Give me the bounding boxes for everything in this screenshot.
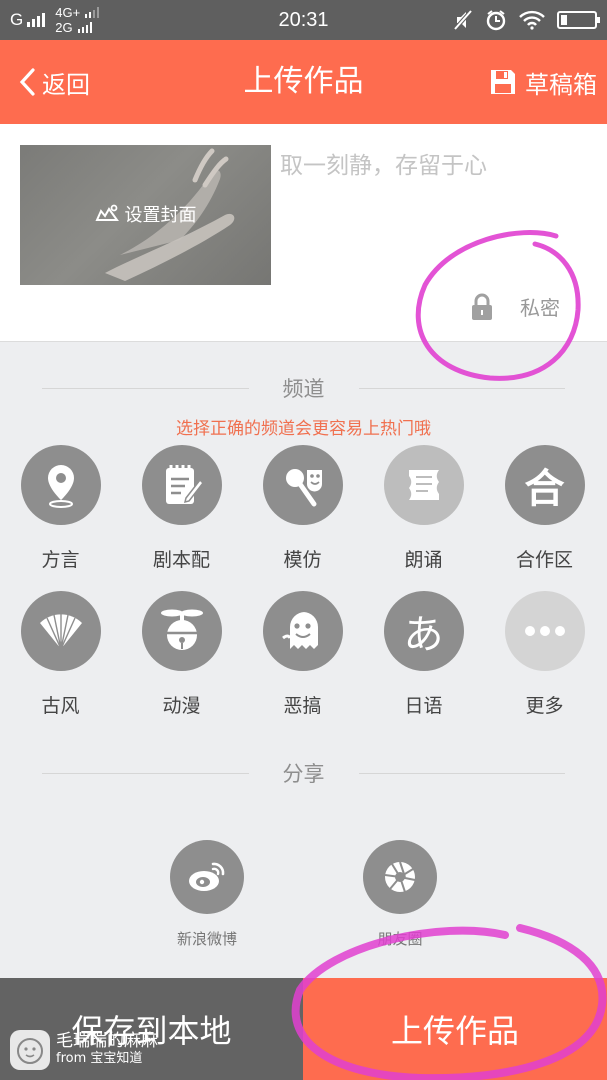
channel-heading-label: 频道 [282, 377, 325, 401]
floppy-disk-icon [491, 70, 515, 94]
watermark: 毛瑞瑞的麻麻 from 宝宝知道 [10, 1030, 158, 1070]
divider [358, 772, 565, 774]
baby-face-icon [10, 1030, 50, 1070]
watermark-name: 毛瑞瑞的麻麻 [56, 1031, 158, 1051]
set-cover-label[interactable]: 设置封面 [20, 201, 271, 227]
channel-label: 合作区 [515, 549, 573, 571]
alarm-icon [486, 10, 506, 31]
bell-propeller-icon [141, 591, 222, 671]
title-bar: 返回 上传作品 草稿箱 [0, 40, 607, 124]
channel-recite[interactable]: 朗诵 [363, 445, 484, 572]
status-bar: G 4G+ 2G 20:31 [0, 0, 607, 40]
channel-label: 方言 [41, 549, 80, 571]
folding-fan-icon [20, 591, 101, 671]
channel-label: 模仿 [283, 549, 322, 571]
share-weibo[interactable]: 新浪微博 [157, 840, 257, 949]
upload-button[interactable]: 上传作品 [303, 978, 607, 1080]
hiragana-a-icon: あ [383, 591, 464, 671]
cover-label-text: 设置封面 [124, 205, 197, 226]
caption-input[interactable] [280, 148, 600, 184]
channel-heading: 频道 [42, 373, 565, 403]
channel-more[interactable]: 更多 [484, 591, 605, 718]
privacy-label: 私密 [520, 296, 560, 320]
share-moments[interactable]: 朋友圈 [350, 840, 450, 949]
channel-label: 朗诵 [404, 549, 443, 571]
channel-tip: 选择正确的频道会更容易上热门哦 [176, 419, 431, 439]
weibo-icon [170, 840, 244, 914]
watermark-source: from 宝宝知道 [56, 1051, 143, 1066]
share-label: 新浪微博 [176, 930, 237, 948]
mute-icon [453, 9, 473, 31]
channel-dialect[interactable]: 方言 [0, 445, 121, 572]
more-dots-icon [504, 591, 585, 671]
scroll-icon [383, 445, 464, 525]
microphone-mask-icon [262, 445, 343, 525]
share-heading: 分享 [42, 758, 565, 788]
channel-collab[interactable]: 合 合作区 [484, 445, 605, 572]
privacy-toggle[interactable]: 私密 [470, 292, 560, 321]
channel-ancient-style[interactable]: 古风 [0, 591, 121, 718]
drafts-button[interactable]: 草稿箱 [489, 40, 597, 124]
battery-icon [557, 11, 600, 29]
divider [42, 387, 249, 389]
drafts-label: 草稿箱 [525, 70, 597, 99]
channel-label: 动漫 [162, 695, 201, 717]
divider [42, 772, 249, 774]
channel-japanese[interactable]: あ 日语 [363, 591, 484, 718]
channel-spoof[interactable]: 恶搞 [242, 591, 363, 718]
location-pin-icon [20, 445, 101, 525]
share-label: 朋友圈 [377, 930, 423, 948]
lock-icon [472, 293, 492, 320]
wifi-icon [519, 10, 545, 30]
channel-anime[interactable]: 动漫 [121, 591, 242, 718]
post-panel: 设置封面 私密 [0, 124, 607, 342]
channel-label: 更多 [525, 695, 564, 717]
divider [358, 387, 565, 389]
cover-image[interactable]: 设置封面 [20, 145, 271, 285]
channel-label: 恶搞 [283, 695, 322, 717]
channel-imitate[interactable]: 模仿 [242, 445, 363, 572]
he-character-icon: 合 [504, 445, 585, 525]
channel-label: 剧本配 [152, 549, 210, 571]
moments-icon [363, 840, 437, 914]
share-heading-label: 分享 [282, 762, 325, 786]
camera-cover-icon [94, 204, 119, 221]
ghost-icon [262, 591, 343, 671]
channel-label: 日语 [404, 695, 443, 717]
channel-label: 古风 [41, 695, 80, 717]
channel-script-dub[interactable]: 剧本配 [121, 445, 242, 572]
notepad-icon [141, 445, 222, 525]
status-icons [453, 0, 600, 40]
